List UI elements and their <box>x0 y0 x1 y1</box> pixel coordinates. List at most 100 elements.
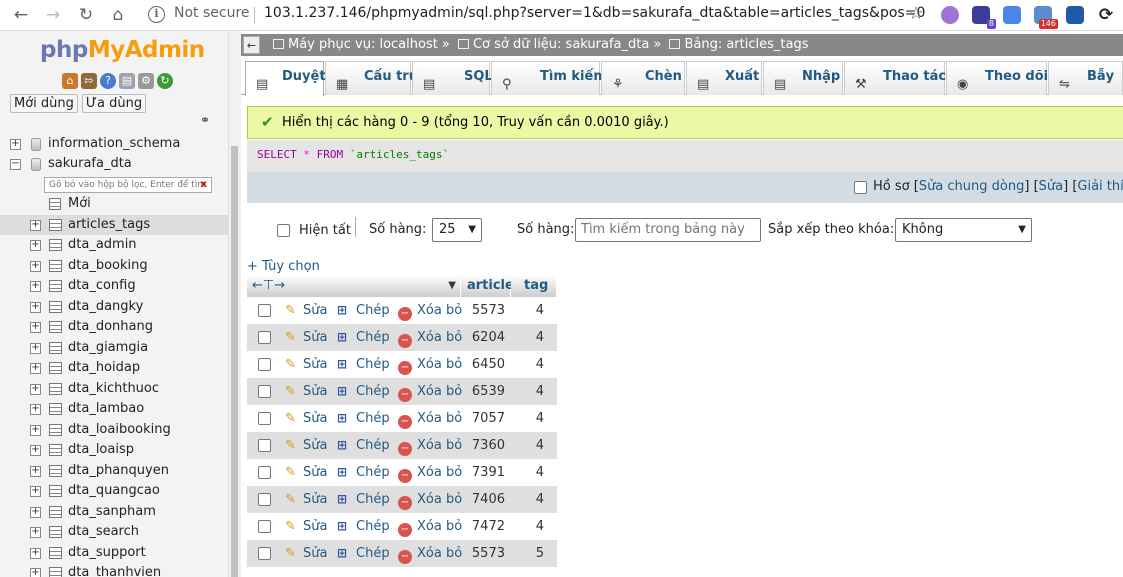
table-item[interactable]: + dta_config <box>0 276 228 297</box>
row-checkbox[interactable] <box>258 547 271 560</box>
cell-tag[interactable]: 4 <box>511 459 544 486</box>
cell-tag[interactable]: 4 <box>511 297 544 324</box>
delete-row-button[interactable]: − Xóa bỏ <box>398 432 462 459</box>
tab-search[interactable]: ⚲ Tìm kiếm <box>491 61 607 95</box>
expand-icon[interactable]: + <box>30 465 41 477</box>
sql-query-box[interactable]: SELECT * FROM `articles_tags` <box>247 140 1123 173</box>
column-header-tag[interactable]: tag <box>511 275 557 297</box>
expand-icon[interactable]: + <box>30 322 41 333</box>
expand-icon[interactable]: + <box>30 281 41 292</box>
table-item[interactable]: + dta_dangky <box>0 297 228 318</box>
cell-article[interactable]: 7057 <box>461 405 505 432</box>
table-name[interactable]: dta_kichthuoc <box>68 379 159 400</box>
reload-icon[interactable]: ↻ <box>157 73 173 89</box>
edit-row-button[interactable]: ✎ Sửa <box>285 486 327 513</box>
delete-row-button[interactable]: − Xóa bỏ <box>398 378 462 405</box>
copy-row-button[interactable]: ⊞ Chép <box>337 486 390 513</box>
cell-tag[interactable]: 5 <box>511 540 544 567</box>
edit-row-button[interactable]: ✎ Sửa <box>285 297 327 324</box>
recent-tables-tab[interactable]: Mới dùng <box>10 94 78 113</box>
expand-icon[interactable]: + <box>30 527 41 538</box>
extension-icon[interactable]: 8 <box>972 6 996 29</box>
cell-tag[interactable]: 4 <box>511 405 544 432</box>
translate-extension-icon[interactable] <box>1003 6 1021 24</box>
table-item[interactable]: + dta_lambao <box>0 399 228 420</box>
table-item[interactable]: + dta_giamgia <box>0 338 228 359</box>
column-header-article[interactable]: article <box>461 275 514 297</box>
table-item[interactable]: + dta_loaibooking <box>0 420 228 441</box>
copy-row-button[interactable]: ⊞ Chép <box>337 459 390 486</box>
home-icon[interactable]: ⌂ <box>62 73 78 89</box>
cell-tag[interactable]: 4 <box>511 351 544 378</box>
delete-row-button[interactable]: − Xóa bỏ <box>398 486 462 513</box>
favorite-tables-tab[interactable]: Ưa dùng <box>81 94 147 113</box>
delete-row-button[interactable]: − Xóa bỏ <box>398 351 462 378</box>
home-icon[interactable]: ⌂ <box>107 4 129 26</box>
link-chain-icon[interactable]: ⚭ <box>200 113 210 127</box>
cell-article[interactable]: 7391 <box>461 459 505 486</box>
db-item-information-schema[interactable]: + information_schema <box>0 134 228 154</box>
tab-structure[interactable]: ▦ Cấu trúc <box>325 61 426 95</box>
table-name[interactable]: dta_quangcao <box>68 481 160 502</box>
breadcrumb-database[interactable]: Cơ sở dữ liệu: sakurafa_dta <box>473 37 649 52</box>
expand-icon[interactable]: + <box>30 486 41 497</box>
collapse-icon[interactable]: − <box>10 159 21 170</box>
clear-filter-icon[interactable]: x <box>201 178 207 192</box>
copy-row-button[interactable]: ⊞ Chép <box>337 540 390 567</box>
help-icon[interactable]: ? <box>100 73 116 89</box>
back-icon[interactable]: ← <box>10 4 32 26</box>
cell-article[interactable]: 6450 <box>461 351 505 378</box>
expand-icon[interactable]: + <box>30 424 41 436</box>
table-item[interactable]: + dta_support <box>0 543 228 564</box>
rows-per-page-select[interactable]: 25 ▼ <box>432 218 482 242</box>
table-item[interactable]: + dta_quangcao <box>0 481 228 502</box>
db-item-sakurafa-dta[interactable]: − sakurafa_dta <box>0 154 228 174</box>
table-item[interactable]: + dta_hoidap <box>0 358 228 379</box>
tab-browse[interactable]: ▤ Duyệt <box>245 61 326 96</box>
options-link[interactable]: + Tùy chọn <box>247 259 320 274</box>
edit-row-button[interactable]: ✎ Sửa <box>285 405 327 432</box>
expand-icon[interactable]: + <box>30 342 41 354</box>
profiling-checkbox[interactable] <box>854 181 867 194</box>
extension-icon[interactable]: ⟳ <box>1095 4 1117 26</box>
table-name[interactable]: dta_giamgia <box>68 338 148 359</box>
edit-row-button[interactable]: ✎ Sửa <box>285 378 327 405</box>
expand-icon[interactable]: + <box>30 301 41 313</box>
docs-icon[interactable]: ▤ <box>119 73 135 89</box>
row-checkbox[interactable] <box>258 520 271 533</box>
table-name[interactable]: dta_search <box>68 522 139 543</box>
edit-row-button[interactable]: ✎ Sửa <box>285 324 327 351</box>
tab-insert[interactable]: ⚘ Chèn <box>601 61 685 95</box>
table-item[interactable]: + dta_loaisp <box>0 440 228 461</box>
extension-icon[interactable] <box>941 6 959 24</box>
table-name[interactable]: dta_donhang <box>68 317 153 338</box>
logout-icon[interactable]: ⇰ <box>81 73 97 89</box>
expand-icon[interactable]: + <box>30 219 41 231</box>
resize-arrows-icon[interactable]: ←⊤→ <box>252 275 285 297</box>
table-name[interactable]: dta_support <box>68 543 146 564</box>
edit-row-button[interactable]: ✎ Sửa <box>285 540 327 567</box>
table-name[interactable]: articles_tags <box>68 215 150 236</box>
collapse-nav-toggle[interactable]: ← <box>243 36 260 54</box>
table-item[interactable]: + dta_sanpham <box>0 502 228 523</box>
tab-operations[interactable]: ⚒ Thao tác <box>844 61 946 95</box>
table-item[interactable]: + dta_search <box>0 522 228 543</box>
table-name[interactable]: dta_phanquyen <box>68 461 169 482</box>
expand-icon[interactable]: + <box>30 547 41 559</box>
bookmark-star-icon[interactable]: ☆ <box>908 3 924 24</box>
chevron-down-icon[interactable]: ▼ <box>448 275 456 297</box>
delete-row-button[interactable]: − Xóa bỏ <box>398 324 462 351</box>
settings-gear-icon[interactable]: ⚙ <box>138 73 154 89</box>
expand-icon[interactable]: + <box>30 445 41 456</box>
table-name[interactable]: dta_sanpham <box>68 502 156 523</box>
copy-row-button[interactable]: ⊞ Chép <box>337 432 390 459</box>
expand-icon[interactable]: + <box>30 260 41 272</box>
cell-article[interactable]: 5573 <box>461 297 505 324</box>
table-item[interactable]: + dta_kichthuoc <box>0 379 228 400</box>
tab-export[interactable]: ▤ Xuất <box>686 61 762 95</box>
cell-tag[interactable]: 4 <box>511 486 544 513</box>
table-name[interactable]: dta_dangky <box>68 297 143 318</box>
cell-tag[interactable]: 4 <box>511 432 544 459</box>
copy-row-button[interactable]: ⊞ Chép <box>337 378 390 405</box>
edit-inline-link[interactable]: Sửa chung dòng <box>919 179 1025 194</box>
